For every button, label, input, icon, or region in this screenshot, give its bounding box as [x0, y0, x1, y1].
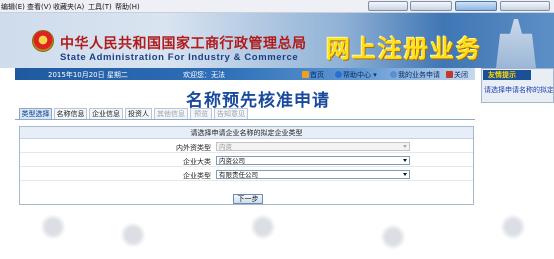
tab-preview: 预览	[190, 108, 212, 119]
menu-help[interactable]: 帮助(H)	[115, 2, 140, 12]
taskbar-tab-active[interactable]	[455, 1, 497, 11]
investment-type-value: 内资	[219, 143, 232, 151]
agency-name-cn: 中华人民共和国国家工商行政管理总局	[60, 36, 307, 52]
enterprise-type-label: 企业类型	[183, 172, 211, 180]
taskbar-tab-4[interactable]	[500, 1, 550, 11]
close-link[interactable]: 关闭	[446, 70, 468, 80]
help-center-label: 帮助中心 ▾	[343, 71, 377, 79]
building-illustration	[496, 19, 536, 68]
watermark-figure	[250, 214, 276, 240]
help-center-link[interactable]: 帮助中心 ▾	[335, 70, 377, 80]
tab-type-selection[interactable]: 类型选择	[19, 108, 52, 119]
taskbar-tab-1[interactable]	[368, 1, 408, 11]
form-row-enterprise-type: 企业类型 有限责任公司	[20, 168, 473, 181]
investment-type-label: 内外资类型	[176, 144, 211, 152]
menu-tools[interactable]: 工具(T)	[88, 2, 112, 12]
chevron-down-icon	[403, 159, 407, 162]
infobar-divider	[140, 68, 156, 80]
chevron-down-icon	[403, 145, 407, 148]
tab-underline	[15, 119, 475, 120]
watermark-figure	[500, 214, 526, 240]
watermark-figure	[120, 222, 146, 248]
help-icon	[335, 71, 342, 78]
info-bar: 2015年10月20日 星期二 欢迎您：无法 首页 帮助中心 ▾ 我的业务申请 …	[15, 68, 475, 80]
enterprise-type-form: 请选择申请企业名称的拟定企业类型 内外资类型 内资 企业大类 内资公司 企业类型…	[19, 126, 474, 205]
enterprise-category-value: 内资公司	[219, 157, 245, 165]
menu-favorites[interactable]: 收藏夹(A)	[53, 2, 84, 12]
menu-view[interactable]: 查看(V)	[27, 2, 51, 12]
browser-menu-bar: 编辑(E) 查看(V) 收藏夹(A) 工具(T) 帮助(H)	[0, 0, 554, 13]
investment-type-select: 内资	[216, 142, 410, 151]
enterprise-type-value: 有限责任公司	[219, 171, 258, 179]
form-row-enterprise-category: 企业大类 内资公司	[20, 154, 473, 167]
home-link-label: 首页	[310, 71, 324, 79]
taskbar-tab-2[interactable]	[410, 1, 452, 11]
enterprise-type-select[interactable]: 有限责任公司	[216, 170, 410, 179]
next-step-button[interactable]: 下一步	[233, 194, 263, 204]
my-applications-link[interactable]: 我的业务申请	[390, 70, 440, 80]
national-emblem-icon	[32, 30, 54, 52]
tab-name-info[interactable]: 名称信息	[54, 108, 87, 119]
agency-name-en: State Administration For Industry & Comm…	[60, 52, 299, 63]
search-icon	[390, 71, 397, 78]
watermark-figure	[40, 214, 66, 240]
online-registration-slogan: 网上注册业务	[326, 35, 482, 63]
watermark-figure	[380, 224, 406, 250]
tip-text: 请选择申请名称的拟定	[484, 86, 553, 94]
form-heading: 请选择申请企业名称的拟定企业类型	[20, 127, 473, 139]
tab-notice-opinion: 告知意见	[214, 108, 248, 119]
tab-company-info[interactable]: 企业信息	[89, 108, 123, 119]
tip-panel: 友情提示 请选择申请名称的拟定	[481, 68, 554, 103]
header-banner: 中华人民共和国国家工商行政管理总局 State Administration F…	[0, 13, 554, 68]
form-row-investment-type: 内外资类型 内资	[20, 140, 473, 153]
home-icon	[302, 71, 309, 78]
welcome-text: 欢迎您：无法	[183, 71, 225, 79]
close-label: 关闭	[454, 71, 468, 79]
home-link[interactable]: 首页	[302, 70, 324, 80]
current-date: 2015年10月20日 星期二	[48, 71, 128, 79]
tip-title: 友情提示	[483, 70, 531, 80]
tab-other-info: 其他信息	[154, 108, 188, 119]
my-applications-label: 我的业务申请	[398, 71, 440, 79]
chevron-down-icon	[403, 173, 407, 176]
menu-edit[interactable]: 编辑(E)	[1, 2, 25, 12]
close-icon	[446, 71, 453, 78]
enterprise-category-label: 企业大类	[183, 158, 211, 166]
enterprise-category-select[interactable]: 内资公司	[216, 156, 410, 165]
tab-investors[interactable]: 投资人	[125, 108, 152, 119]
